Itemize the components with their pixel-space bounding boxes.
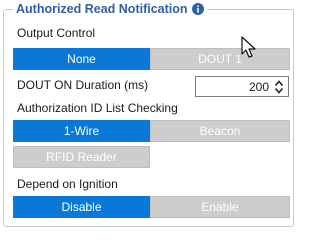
dout-on-duration-spinbox[interactable]: 200 (195, 76, 289, 97)
panel-header: Authorized Read Notification (13, 0, 207, 17)
output-control-none-button[interactable]: None (13, 48, 150, 70)
mouse-pointer-icon (241, 36, 256, 58)
auth-1wire-button[interactable]: 1-Wire (13, 120, 150, 142)
auth-rfid-reader-button[interactable]: RFID Reader (13, 146, 150, 168)
dout-on-duration-label: DOUT ON Duration (ms) (17, 78, 149, 92)
ignition-enable-button[interactable]: Enable (150, 196, 290, 218)
output-control-label: Output Control (17, 26, 96, 40)
depend-on-ignition-label: Depend on Ignition (17, 177, 118, 191)
ignition-disable-button[interactable]: Disable (13, 196, 150, 218)
chevron-up-icon[interactable] (274, 79, 284, 87)
panel-title: Authorized Read Notification (16, 1, 188, 16)
chevron-down-icon[interactable] (274, 87, 284, 95)
output-control-dout1-button[interactable]: DOUT 1 (150, 48, 290, 70)
authorization-id-list-label: Authorization ID List Checking (17, 101, 178, 115)
dout-on-duration-value[interactable]: 200 (196, 80, 273, 94)
info-icon[interactable] (191, 2, 204, 15)
auth-beacon-button[interactable]: Beacon (150, 120, 290, 142)
spin-arrows (273, 77, 285, 96)
